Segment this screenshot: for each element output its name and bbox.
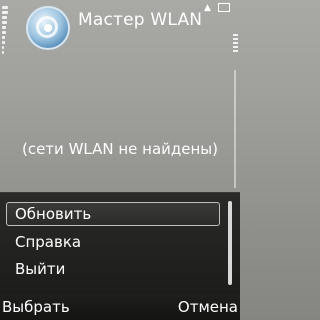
main-scrollbar[interactable] bbox=[234, 70, 236, 188]
wlan-dot bbox=[44, 24, 52, 32]
battery-indicator bbox=[233, 34, 238, 54]
no-networks-message: (сети WLAN не найдены) bbox=[21, 140, 219, 158]
menu-scrollbar-thumb[interactable] bbox=[228, 201, 232, 285]
connection-indicator: ▲ bbox=[204, 2, 234, 14]
menu-item-refresh[interactable]: Обновить bbox=[6, 202, 220, 226]
up-arrow-icon: ▲ bbox=[204, 3, 211, 13]
app-title: Мастер WLAN bbox=[78, 10, 203, 30]
menu-item-exit[interactable]: Выйти bbox=[6, 257, 220, 281]
select-softkey[interactable]: Выбрать bbox=[2, 298, 70, 316]
menu-item-help[interactable]: Справка bbox=[6, 230, 220, 254]
data-box-icon bbox=[218, 3, 230, 12]
softkey-bar: Выбрать Отмена bbox=[0, 294, 240, 320]
wlan-wizard-icon bbox=[26, 6, 70, 50]
signal-strength-indicator bbox=[2, 6, 8, 58]
options-menu: Обновить Справка Выйти bbox=[0, 192, 240, 295]
menu-scrollbar[interactable] bbox=[228, 201, 232, 285]
cancel-softkey[interactable]: Отмена bbox=[178, 298, 238, 316]
